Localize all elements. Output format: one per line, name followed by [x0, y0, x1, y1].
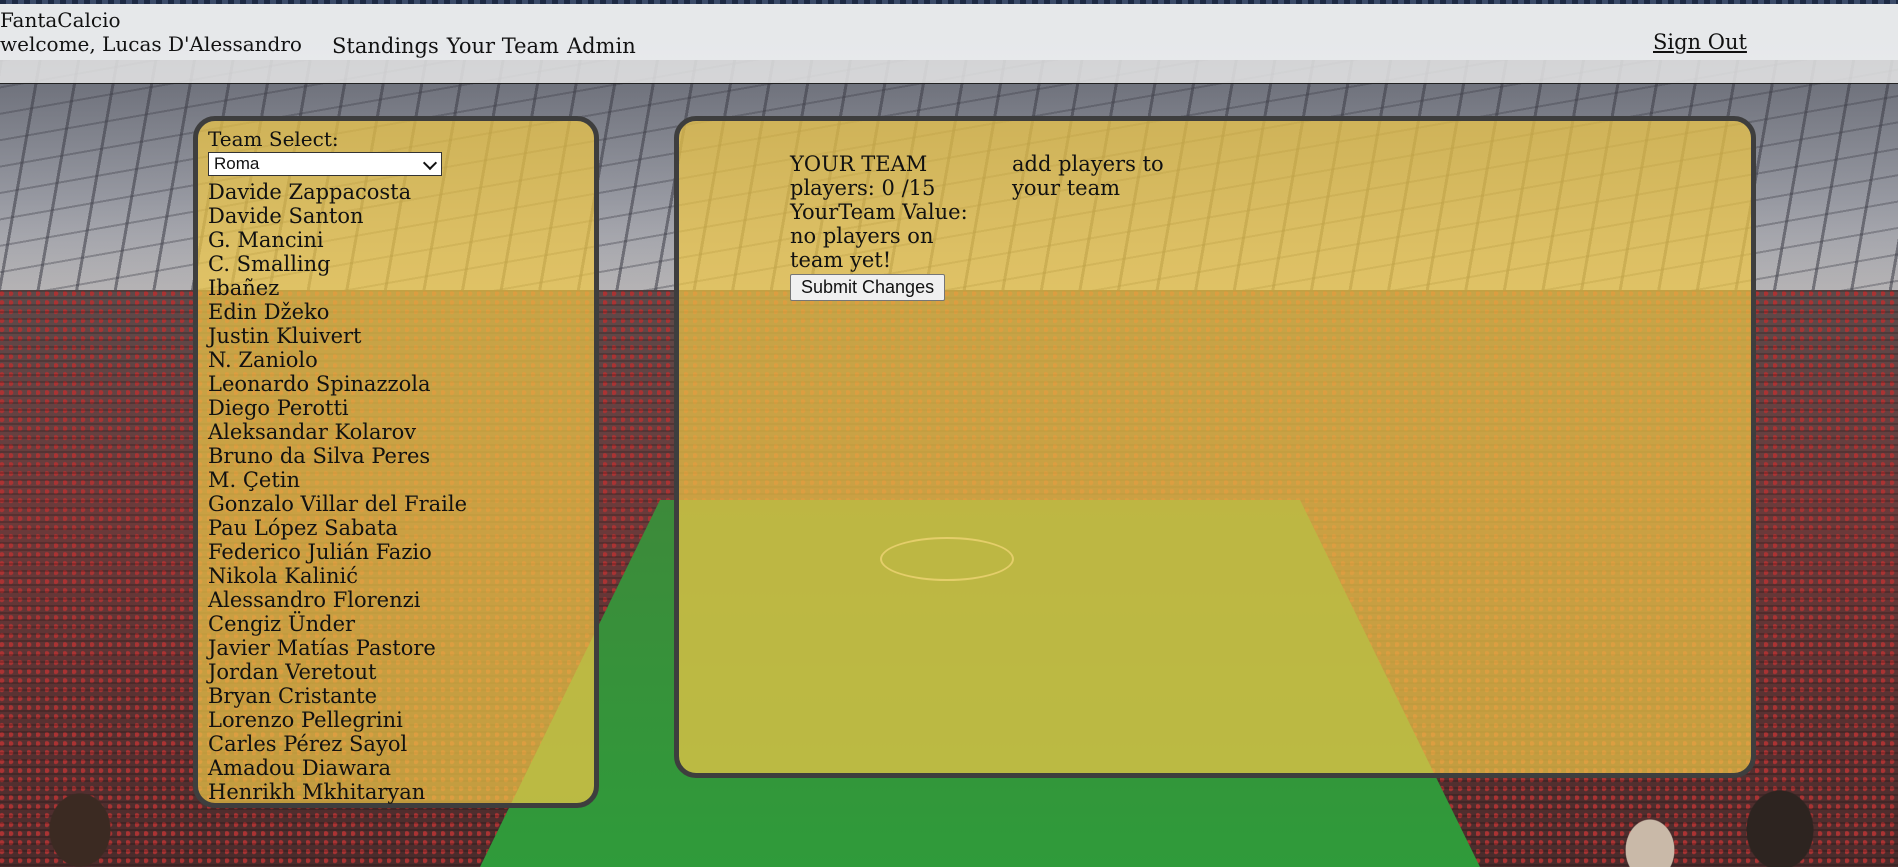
player-item[interactable]: M. Çetin: [208, 468, 594, 492]
team-value-label: YourTeam Value:: [790, 200, 968, 224]
player-item[interactable]: Javier Matías Pastore: [208, 636, 594, 660]
nav-your-team[interactable]: Your Team: [447, 34, 559, 58]
player-item[interactable]: Davide Zappacosta: [208, 180, 594, 204]
nav-standings[interactable]: Standings: [332, 34, 439, 58]
player-item[interactable]: Cengiz Ünder: [208, 612, 594, 636]
player-item[interactable]: Justin Kluivert: [208, 324, 594, 348]
welcome-text: welcome, Lucas D'Alessandro: [0, 32, 302, 56]
submit-changes-button[interactable]: Submit Changes: [790, 274, 946, 301]
nav-admin[interactable]: Admin: [567, 34, 636, 58]
player-item[interactable]: Henrikh Mkhitaryan: [208, 780, 594, 804]
your-team-panel: YOUR TEAM players: 0 /15 YourTeam Value:…: [674, 116, 1756, 778]
player-item[interactable]: Edin Džeko: [208, 300, 594, 324]
player-item[interactable]: Bryan Cristante: [208, 684, 594, 708]
chevron-down-icon: [422, 155, 438, 171]
player-item[interactable]: Leonardo Spinazzola: [208, 372, 594, 396]
your-team-summary: YOUR TEAM players: 0 /15 YourTeam Value:…: [790, 152, 980, 301]
empty-team-message: no players on team yet!: [790, 224, 934, 272]
add-players-hint: add players to your team: [1012, 152, 1164, 200]
player-item[interactable]: G. Mancini: [208, 228, 594, 252]
player-item[interactable]: Carles Pérez Sayol: [208, 732, 594, 756]
team-select-dropdown[interactable]: Roma: [208, 152, 442, 176]
players-count: players: 0 /15: [790, 176, 936, 200]
player-item[interactable]: N. Zaniolo: [208, 348, 594, 372]
player-item[interactable]: Alessandro Florenzi: [208, 588, 594, 612]
player-item[interactable]: Amadou Diawara: [208, 756, 594, 780]
sign-out-link[interactable]: Sign Out: [1653, 30, 1747, 54]
brand: FantaCalcio welcome, Lucas D'Alessandro: [0, 8, 302, 56]
header-bar: FantaCalcio welcome, Lucas D'Alessandro …: [0, 4, 1898, 84]
selected-team: Roma: [214, 154, 260, 173]
player-item[interactable]: Lorenzo Pellegrini: [208, 708, 594, 732]
player-item[interactable]: Gonzalo Villar del Fraile: [208, 492, 594, 516]
team-select-panel: Team Select: Roma Davide Zappacosta Davi…: [193, 116, 599, 808]
player-item[interactable]: Ibañez: [208, 276, 594, 300]
player-item[interactable]: C. Smalling: [208, 252, 594, 276]
player-item[interactable]: Pau López Sabata: [208, 516, 594, 540]
player-item[interactable]: Jordan Veretout: [208, 660, 594, 684]
player-item[interactable]: Diego Perotti: [208, 396, 594, 420]
player-item[interactable]: Nikola Kalinić: [208, 564, 594, 588]
main-nav: Standings Your Team Admin: [332, 34, 636, 58]
player-list: Davide Zappacosta Davide Santon G. Manci…: [208, 180, 594, 804]
team-select-label: Team Select:: [208, 127, 339, 151]
player-item[interactable]: Federico Julián Fazio: [208, 540, 594, 564]
player-item[interactable]: Davide Santon: [208, 204, 594, 228]
app-name: FantaCalcio: [0, 8, 121, 32]
your-team-title: YOUR TEAM: [790, 152, 928, 176]
player-item[interactable]: Bruno da Silva Peres: [208, 444, 594, 468]
player-item[interactable]: Aleksandar Kolarov: [208, 420, 594, 444]
